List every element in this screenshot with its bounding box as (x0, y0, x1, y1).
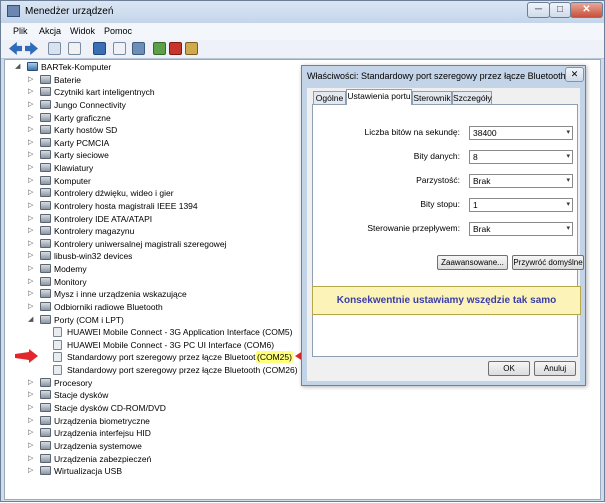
port-settings-panel: Liczba bitów na sekundę: 38400 ▾ Bity dan… (312, 104, 584, 357)
data-bits-value: 8 (473, 152, 478, 162)
tab-general[interactable]: Ogólne (313, 91, 346, 104)
ok-button[interactable]: OK (488, 361, 530, 376)
chevron-down-icon: ▾ (566, 177, 570, 184)
properties-dialog: Właściwości: Standardowy port szeregowy … (301, 65, 586, 386)
chevron-down-icon: ▾ (566, 129, 570, 136)
stop-bits-value: 1 (473, 200, 478, 210)
dialog-title: Właściwości: Standardowy port szeregowy … (307, 71, 579, 81)
dialog-close-button[interactable]: ✕ (565, 67, 584, 82)
flow-control-value: Brak (473, 224, 491, 234)
flow-control-label: Sterowanie przepływem: (367, 223, 460, 233)
tab-driver[interactable]: Sterownik (412, 91, 452, 104)
device-manager-window: Menedżer urządzeń ─ □ ✕ Plik Akcja Widok… (0, 0, 605, 502)
arrow-tree-left (15, 349, 38, 363)
data-bits-label: Bity danych: (413, 151, 460, 161)
parity-select[interactable]: Brak ▾ (469, 174, 573, 188)
stop-bits-label: Bity stopu: (420, 199, 460, 209)
advanced-button[interactable]: Zaawansowane... (437, 255, 508, 270)
tab-details[interactable]: Szczegóły (452, 91, 492, 104)
cancel-button[interactable]: Anuluj (534, 361, 576, 376)
chevron-down-icon: ▾ (566, 153, 570, 160)
tab-port-settings[interactable]: Ustawienia portu (346, 89, 412, 105)
baud-rate-select[interactable]: 38400 ▾ (469, 126, 573, 140)
baud-rate-value: 38400 (473, 128, 497, 138)
data-bits-select[interactable]: 8 ▾ (469, 150, 573, 164)
chevron-down-icon: ▾ (566, 201, 570, 208)
parity-value: Brak (473, 176, 491, 186)
chevron-down-icon: ▾ (566, 225, 570, 232)
baud-rate-label: Liczba bitów na sekundę: (364, 127, 460, 137)
parity-label: Parzystość: (416, 175, 460, 185)
restore-defaults-button[interactable]: Przywróć domyślne (512, 255, 584, 270)
dialog-body: Ogólne Ustawienia portu Sterownik Szczeg… (307, 88, 584, 381)
annotation-callout: Konsekwentnie ustawiamy wszędzie tak sam… (312, 286, 581, 315)
stop-bits-select[interactable]: 1 ▾ (469, 198, 573, 212)
flow-control-select[interactable]: Brak ▾ (469, 222, 573, 236)
